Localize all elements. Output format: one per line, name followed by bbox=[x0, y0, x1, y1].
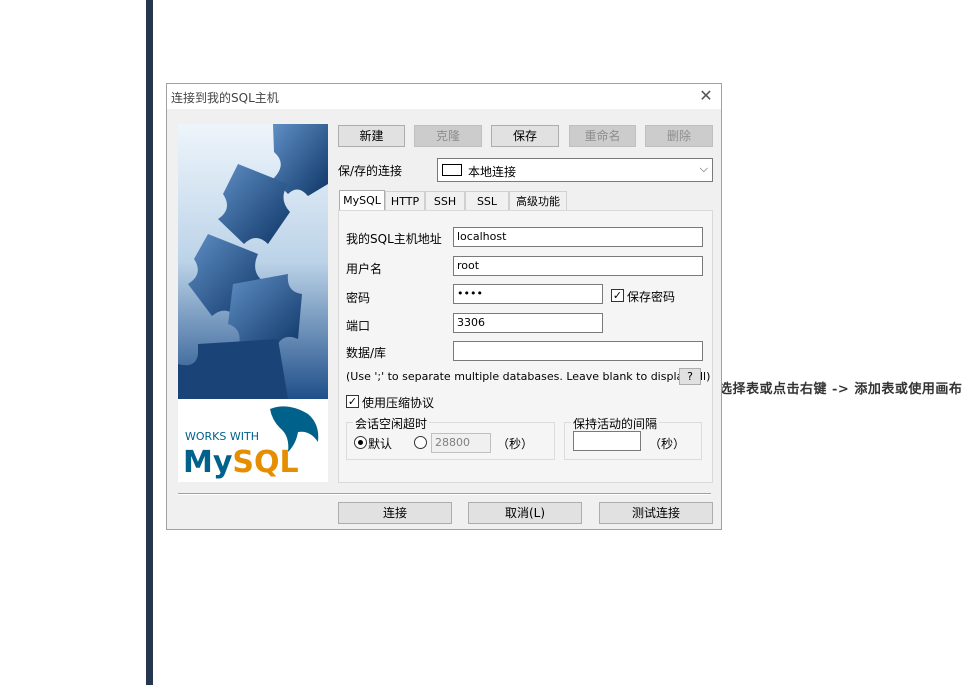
tab-ssl[interactable]: SSL bbox=[465, 191, 509, 210]
connection-color-swatch bbox=[442, 164, 462, 176]
chevron-down-icon: ⌵ bbox=[699, 162, 708, 175]
timeout-default-radio[interactable] bbox=[354, 436, 367, 449]
timeout-default-label: 默认 bbox=[368, 437, 393, 451]
database-label: 数据/库 bbox=[346, 346, 387, 360]
tab-ssh[interactable]: SSH bbox=[425, 191, 465, 210]
tab-advanced[interactable]: 高级功能 bbox=[509, 191, 567, 210]
background-hint-text: 选择表或点击右键 -> 添加表或使用画布 bbox=[719, 382, 962, 397]
connection-dialog: 连接到我的SQL主机 ✕ WORKS WITH MySQL 新建 克隆 保存 重… bbox=[166, 83, 722, 530]
test-connection-button[interactable]: 测试连接 bbox=[599, 502, 713, 524]
save-password-checkbox[interactable]: ✓ bbox=[611, 289, 624, 302]
close-icon[interactable]: ✕ bbox=[695, 86, 717, 106]
saved-connection-value: 本地连接 bbox=[468, 165, 517, 179]
host-input[interactable]: localhost bbox=[453, 227, 703, 247]
left-sidebar-edge bbox=[146, 0, 153, 685]
clone-button[interactable]: 克隆 bbox=[414, 125, 482, 147]
database-hint: (Use ';' to separate multiple databases.… bbox=[346, 370, 711, 383]
password-input[interactable]: •••• bbox=[453, 284, 603, 304]
host-label: 我的SQL主机地址 bbox=[346, 232, 442, 246]
compression-label: 使用压缩协议 bbox=[362, 396, 435, 410]
save-password-label: 保存密码 bbox=[627, 290, 676, 304]
dialog-titlebar: 连接到我的SQL主机 ✕ bbox=[167, 84, 721, 109]
footer-separator bbox=[178, 493, 711, 495]
timeout-custom-input[interactable]: 28800 bbox=[431, 433, 491, 453]
timeout-custom-radio[interactable] bbox=[414, 436, 427, 449]
delete-button[interactable]: 删除 bbox=[645, 125, 713, 147]
cancel-button[interactable]: 取消(L) bbox=[468, 502, 582, 524]
keepalive-input[interactable] bbox=[573, 431, 641, 451]
keepalive-group: 保持活动的间隔 （秒） bbox=[564, 415, 702, 460]
database-input[interactable] bbox=[453, 341, 703, 361]
mysql-banner: WORKS WITH MySQL bbox=[178, 124, 328, 482]
tab-http[interactable]: HTTP bbox=[385, 191, 425, 210]
saved-connection-select[interactable]: 本地连接 ⌵ bbox=[437, 158, 713, 182]
new-button[interactable]: 新建 bbox=[338, 125, 405, 147]
keepalive-unit-label: （秒） bbox=[649, 437, 686, 451]
timeout-unit-label: （秒） bbox=[497, 437, 534, 451]
session-timeout-title: 会话空闲超时 bbox=[353, 415, 430, 432]
mysql-tab-panel: 我的SQL主机地址 localhost 用户名 root 密码 •••• ✓ 保… bbox=[338, 210, 713, 483]
puzzle-banner-image: WORKS WITH MySQL bbox=[178, 124, 328, 482]
mysql-logo-text: MySQL bbox=[183, 445, 299, 480]
keepalive-title: 保持活动的间隔 bbox=[571, 415, 660, 432]
port-input[interactable]: 3306 bbox=[453, 313, 603, 333]
save-button[interactable]: 保存 bbox=[491, 125, 559, 147]
compression-checkbox[interactable]: ✓ bbox=[346, 395, 359, 408]
tab-mysql[interactable]: MySQL bbox=[339, 190, 385, 211]
port-label: 端口 bbox=[346, 319, 371, 333]
dialog-title: 连接到我的SQL主机 bbox=[171, 91, 279, 105]
rename-button[interactable]: 重命名 bbox=[569, 125, 636, 147]
session-timeout-group: 会话空闲超时 默认 28800 （秒） bbox=[346, 415, 555, 460]
username-input[interactable]: root bbox=[453, 256, 703, 276]
saved-connection-label: 保/存的连接 bbox=[338, 164, 403, 178]
connect-button[interactable]: 连接 bbox=[338, 502, 452, 524]
username-label: 用户名 bbox=[346, 262, 383, 276]
works-with-text: WORKS WITH bbox=[185, 430, 259, 443]
password-label: 密码 bbox=[346, 291, 371, 305]
help-button[interactable]: ? bbox=[679, 368, 701, 385]
